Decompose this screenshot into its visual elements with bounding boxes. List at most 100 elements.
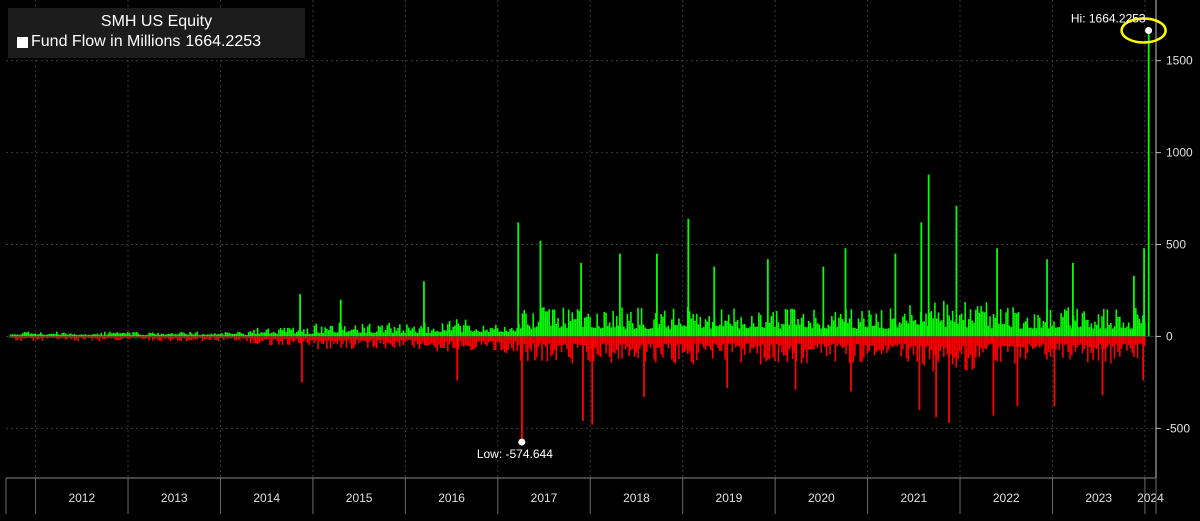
bar-positive <box>905 320 908 337</box>
bar-negative <box>859 336 862 362</box>
bar-positive <box>409 330 412 337</box>
bar-positive <box>708 316 710 337</box>
bar-negative <box>825 336 828 357</box>
bar-negative <box>1079 336 1082 344</box>
bar-negative <box>244 336 246 339</box>
bar-negative <box>1010 336 1013 347</box>
bar-positive <box>735 321 737 337</box>
bar-positive <box>333 331 335 337</box>
bar-positive <box>482 325 485 337</box>
bar-negative <box>944 336 947 348</box>
bar-negative <box>1135 336 1137 345</box>
bar-negative <box>537 336 540 347</box>
bar-negative <box>448 336 451 345</box>
bar-positive <box>320 326 323 337</box>
y-tick-label: 1000 <box>1166 146 1193 160</box>
bar-positive <box>699 316 702 337</box>
bar-negative <box>633 336 636 357</box>
bar-negative <box>695 336 698 361</box>
bar-negative <box>503 336 506 353</box>
bar-positive <box>907 323 910 337</box>
bar-negative <box>674 336 677 364</box>
bar-positive <box>788 324 790 337</box>
bar-negative <box>623 336 625 345</box>
bar-positive <box>290 329 293 337</box>
bar-negative <box>349 336 351 344</box>
bar-negative <box>672 336 675 363</box>
bar-positive <box>726 320 728 337</box>
bar-negative <box>551 336 554 355</box>
bar-positive <box>137 333 140 337</box>
bar-positive <box>832 320 835 337</box>
bar-positive <box>948 315 950 337</box>
bar-negative <box>937 336 940 362</box>
bar-positive <box>406 324 408 337</box>
bar-negative <box>383 336 385 345</box>
bar-positive <box>1031 328 1034 337</box>
bar-negative <box>311 336 314 340</box>
bar-negative <box>1005 336 1007 347</box>
bar-negative <box>463 336 465 347</box>
bar-negative <box>1081 336 1084 354</box>
bar-negative <box>425 336 428 346</box>
bar-negative <box>439 336 442 348</box>
bar-negative <box>939 336 942 352</box>
bar-positive <box>932 318 934 337</box>
bar-positive <box>635 328 638 337</box>
bar-positive <box>36 334 38 337</box>
bar-positive <box>738 328 741 337</box>
bar-positive <box>331 326 334 337</box>
bar-negative <box>647 336 650 345</box>
bar-positive <box>267 328 270 337</box>
bar-positive <box>493 329 495 337</box>
y-tick-label: 1500 <box>1166 54 1193 68</box>
bar-negative <box>1026 336 1029 353</box>
bar-negative <box>338 336 341 341</box>
bar-positive <box>989 316 991 337</box>
bar-negative <box>683 336 686 352</box>
bar-negative <box>1012 336 1014 347</box>
bar-negative <box>384 336 387 349</box>
bar-positive <box>646 328 648 337</box>
bar-positive <box>118 333 120 337</box>
bar-negative <box>971 336 974 370</box>
bar-negative <box>1113 336 1116 359</box>
bar-negative <box>404 336 406 343</box>
bar-positive <box>871 325 874 337</box>
bar-negative <box>96 336 99 339</box>
bar-negative <box>1122 336 1125 345</box>
bar-positive <box>93 333 95 337</box>
bar-positive <box>349 330 351 337</box>
chart-background <box>0 0 1200 521</box>
bar-positive <box>891 318 894 337</box>
bar-negative <box>267 336 270 339</box>
bar-negative <box>573 336 575 344</box>
bar-positive <box>541 307 543 337</box>
bar-spike-negative <box>935 336 937 418</box>
bar-negative <box>1001 336 1004 346</box>
bar-negative <box>703 336 705 348</box>
bar-negative <box>313 336 316 344</box>
bar-positive <box>84 334 86 337</box>
bar-negative <box>694 336 696 344</box>
bar-positive <box>914 320 917 337</box>
bar-negative <box>55 336 58 339</box>
bar-positive <box>660 314 662 337</box>
bar-negative <box>64 336 67 340</box>
bar-positive <box>770 316 773 337</box>
bar-negative <box>562 336 565 346</box>
bar-positive <box>473 330 476 337</box>
bar-positive <box>637 307 639 337</box>
bar-spike-negative <box>992 336 995 416</box>
bar-positive <box>347 331 350 337</box>
bar-positive <box>191 333 193 337</box>
bar-negative <box>544 336 547 347</box>
bar-positive <box>697 324 700 337</box>
bar-negative <box>959 336 961 352</box>
bar-negative <box>699 336 702 344</box>
bar-negative <box>471 336 474 350</box>
bar-positive <box>452 326 454 337</box>
bar-negative <box>770 336 773 345</box>
bar-positive <box>971 320 974 337</box>
bar-negative <box>763 336 766 358</box>
